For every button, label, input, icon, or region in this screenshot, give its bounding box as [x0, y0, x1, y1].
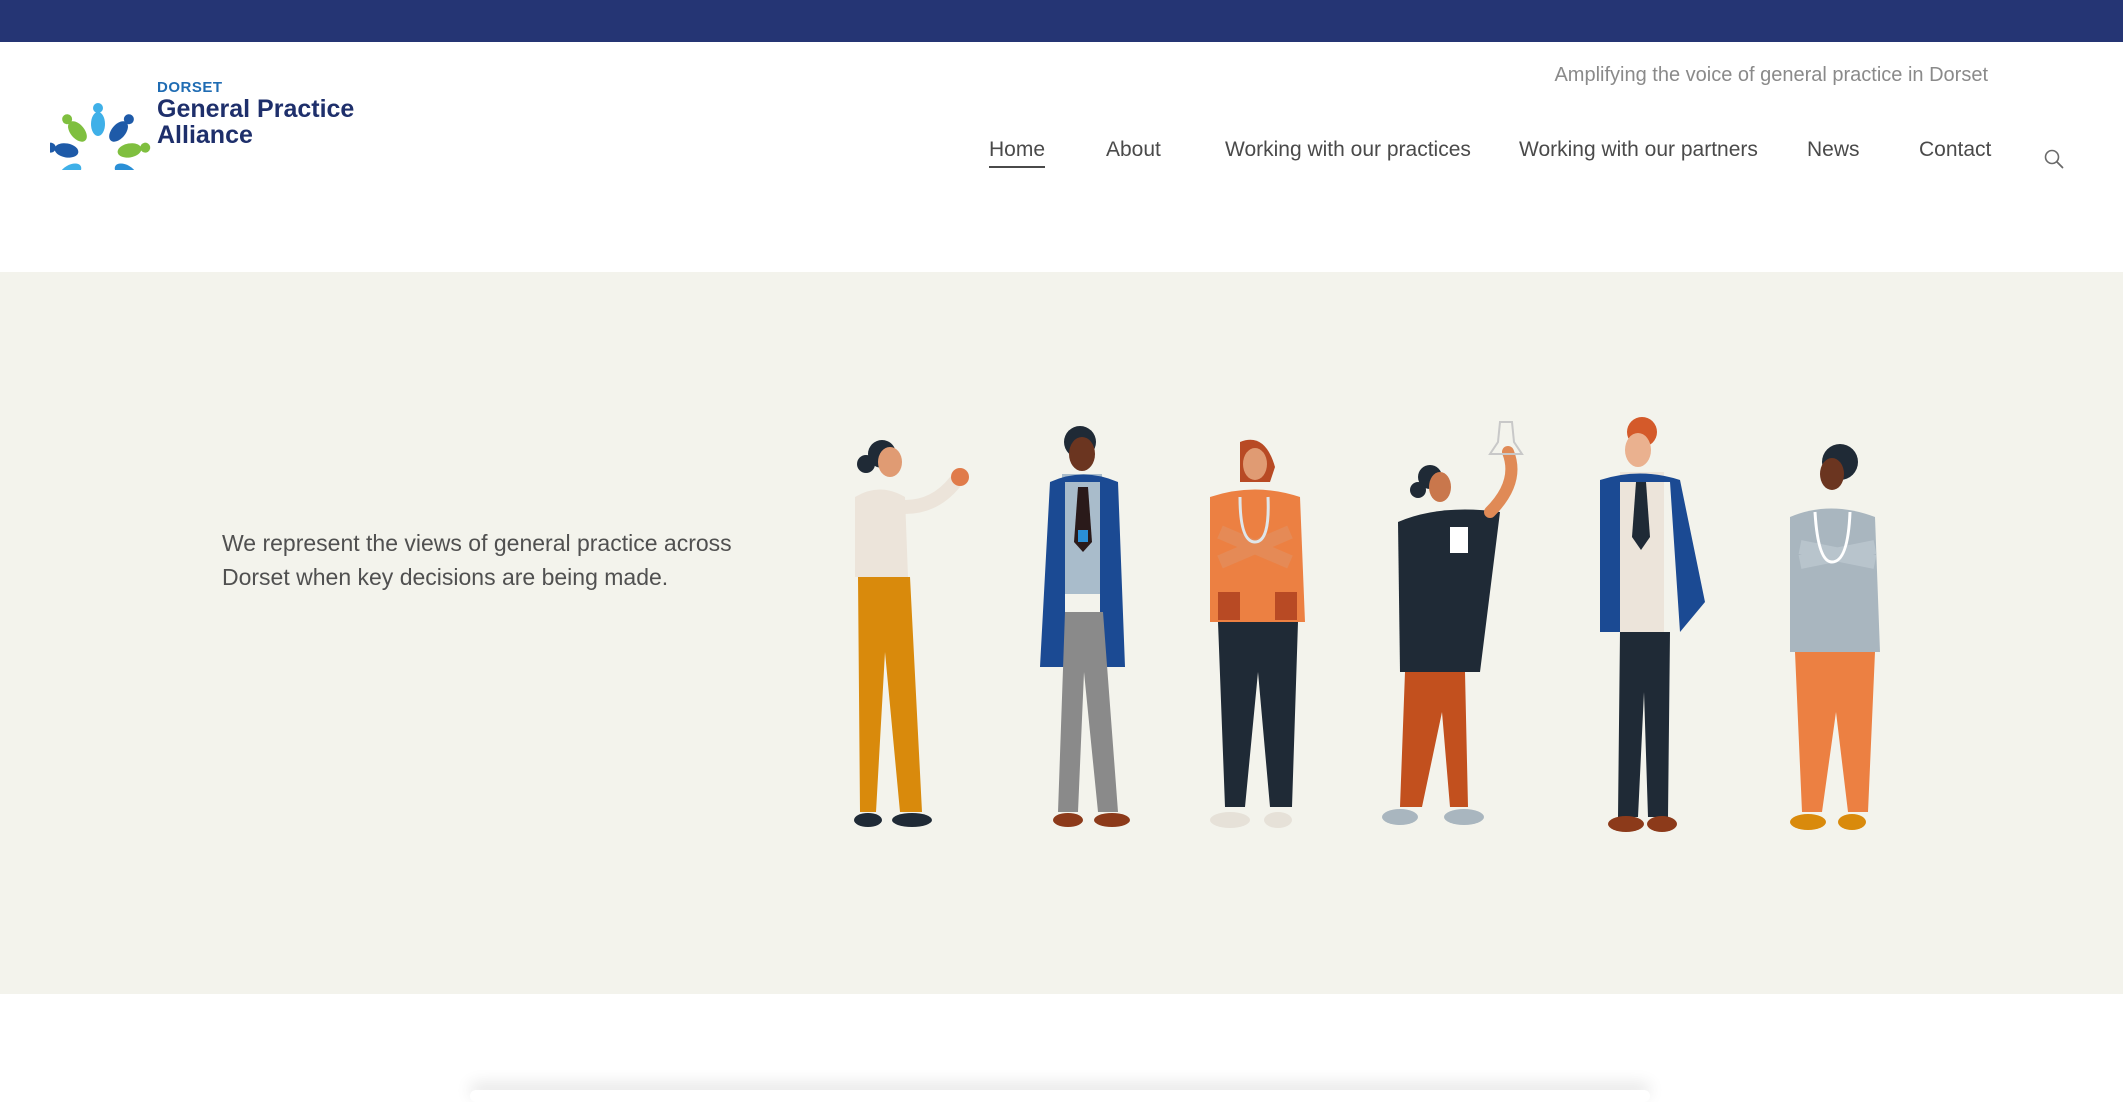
person-1-illustration: [854, 440, 969, 827]
nav-working-with-practices[interactable]: Working with our practices: [1225, 138, 1471, 162]
person-6-illustration: [1790, 444, 1880, 830]
nav-working-with-partners[interactable]: Working with our partners: [1519, 138, 1758, 162]
person-3-illustration: [1210, 439, 1305, 828]
hero-description: We represent the views of general practi…: [222, 530, 732, 590]
person-5-illustration: [1600, 417, 1705, 832]
logo-small-text: DORSET: [157, 79, 223, 96]
logo-line-1: General Practice: [157, 95, 355, 123]
healthcare-team-illustration: [854, 417, 1880, 832]
next-section: [0, 994, 2123, 1095]
person-4-illustration: [1382, 421, 1524, 825]
hero-section: We represent the views of general practi…: [0, 272, 2123, 994]
search-icon[interactable]: [2043, 148, 2065, 170]
nav-about[interactable]: About: [1106, 138, 1161, 162]
top-bar: [0, 0, 2123, 42]
nav-home[interactable]: Home: [989, 138, 1046, 168]
nav-contact[interactable]: Contact: [1919, 138, 1991, 162]
header-tagline: Amplifying the voice of general practice…: [1554, 64, 1988, 86]
card-shadow: [470, 1090, 1650, 1102]
main-nav: Home About Working with our practices Wo…: [0, 138, 2123, 178]
person-2-illustration: [1040, 426, 1130, 827]
nav-news[interactable]: News: [1807, 138, 1860, 162]
